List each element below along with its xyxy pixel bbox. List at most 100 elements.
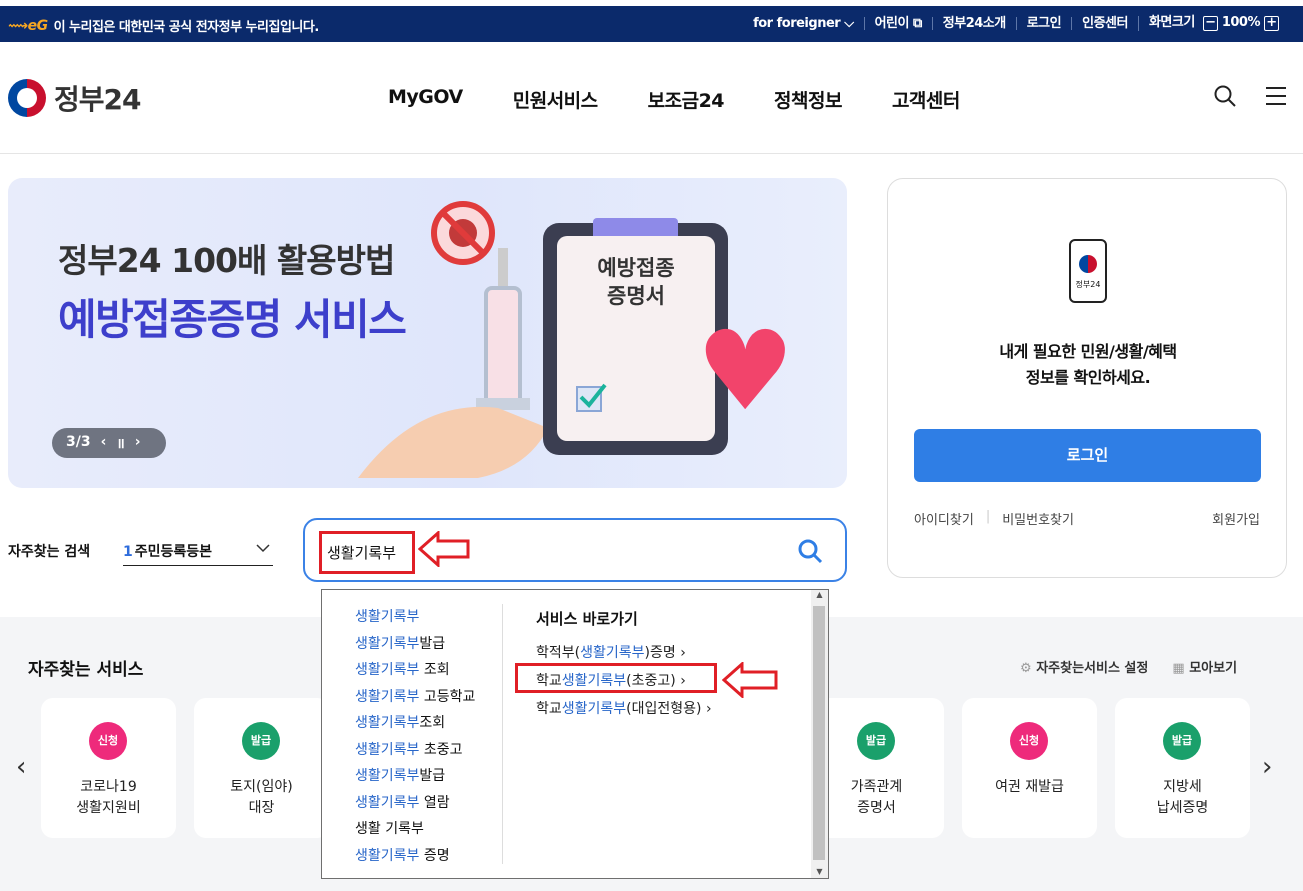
nav-mygov[interactable]: MyGOV xyxy=(388,86,463,113)
suggestion-item[interactable]: 생활기록부 초중고 xyxy=(355,737,475,764)
zoom-level: 100% xyxy=(1221,15,1261,30)
suggestion-item[interactable]: 생활기록부조회 xyxy=(355,710,475,737)
about-link[interactable]: 정부24소개 xyxy=(931,17,1016,30)
zoom-control: 화면크기 −100% + xyxy=(1137,15,1293,31)
kids-link[interactable]: 어린이 ⧉ xyxy=(863,17,932,30)
suggestion-item[interactable]: 생활기록부 증명 xyxy=(355,843,475,870)
cert-center-link[interactable]: 인증센터 xyxy=(1071,17,1138,30)
gear-icon: ⚙ xyxy=(1020,661,1032,676)
red-arrow-icon xyxy=(722,662,778,698)
prev-slide-icon[interactable]: ‹ xyxy=(101,434,107,452)
autocomplete-dropdown: 생활기록부 생활기록부발급 생활기록부 조회 생활기록부 고등학교 생활기록부조… xyxy=(321,589,829,879)
section-actions: ⚙ 자주찾는서비스 설정 ▦ 모아보기 xyxy=(1020,657,1237,676)
foreigner-link[interactable]: for foreigner ⌵ xyxy=(743,17,863,30)
fav-search-select[interactable]: 1 주민등록등본 xyxy=(123,541,273,566)
quick-link-item[interactable]: 학적부(생활기록부)증명 › xyxy=(536,642,686,662)
join-link[interactable]: 회원가입 xyxy=(1212,509,1260,528)
fav-rank: 1 xyxy=(123,544,133,560)
badge: 신청 xyxy=(89,722,127,760)
service-label: 지방세 납세증명 xyxy=(1156,779,1209,816)
login-button[interactable]: 로그인 xyxy=(914,429,1261,482)
suggestion-item[interactable]: 생활기록부 조회 xyxy=(355,657,475,684)
quick-links-title: 서비스 바로가기 xyxy=(536,610,638,628)
taegeuk-icon xyxy=(8,79,46,117)
service-label: 코로나19 생활지원비 xyxy=(76,779,141,816)
service-card[interactable]: 발급 토지(임야) 대장 xyxy=(194,698,329,838)
zoom-label: 화면크기 xyxy=(1148,15,1195,30)
eg-logo-icon: ⟿eG xyxy=(8,17,48,34)
login-panel: 정부24 내게 필요한 민원/생활/혜택 정보를 확인하세요. 로그인 아이디찾… xyxy=(887,178,1287,578)
dropdown-scrollbar[interactable]: ▲ ▼ xyxy=(811,590,828,878)
find-id-link[interactable]: 아이디찾기 xyxy=(914,509,974,528)
suggestion-item[interactable]: 생활기록부 고등학교 xyxy=(355,684,475,711)
notice-text: 이 누리집은 대한민국 공식 전자정부 누리집입니다. xyxy=(53,20,320,35)
suggestion-item[interactable]: 생활기록부 xyxy=(355,604,475,631)
badge: 발급 xyxy=(1163,722,1201,760)
suggestion-item[interactable]: 생활기록부 열람 xyxy=(355,790,475,817)
badge: 발급 xyxy=(857,722,895,760)
search-submit-icon[interactable] xyxy=(797,538,823,564)
header-icons xyxy=(1213,84,1287,108)
fav-search-label: 자주찾는 검색 xyxy=(8,544,91,560)
service-card[interactable]: 발급 가족관계 증명서 xyxy=(809,698,944,838)
chevron-down-icon xyxy=(256,544,270,553)
utility-menu: for foreigner ⌵ 어린이 ⧉ 정부24소개 로그인 인증센터 화면… xyxy=(743,16,1293,31)
suggestion-item[interactable]: 생활기록부발급 xyxy=(355,631,475,658)
search-box: 생활기록부 xyxy=(303,518,847,582)
suggestion-item[interactable]: 생활 기록부 xyxy=(355,816,475,843)
nav-subsidy[interactable]: 보조금24 xyxy=(648,86,725,113)
section-title: 자주찾는 서비스 xyxy=(28,660,144,680)
red-arrow-icon xyxy=(418,531,470,567)
header: 정부24 MyGOV 민원서비스 보조금24 정책정보 고객센터 xyxy=(0,42,1303,154)
suggestion-list: 생활기록부 생활기록부발급 생활기록부 조회 생활기록부 고등학교 생활기록부조… xyxy=(355,604,475,869)
pager-count: 3/3 xyxy=(66,434,91,450)
service-card[interactable]: 발급 지방세 납세증명 xyxy=(1115,698,1250,838)
badge: 발급 xyxy=(242,722,280,760)
banner-pager: 3/3 ‹ ॥ › xyxy=(52,428,166,458)
site-logo[interactable]: 정부24 xyxy=(8,78,141,118)
gov-notice: ⟿eG 이 누리집은 대한민국 공식 전자정부 누리집입니다. xyxy=(8,16,320,36)
badge: 신청 xyxy=(1010,722,1048,760)
menu-icon[interactable] xyxy=(1265,84,1287,108)
zoom-in-button[interactable]: + xyxy=(1264,16,1279,31)
suggestion-item[interactable]: 생활기록부발급 xyxy=(355,763,475,790)
nav-customer-center[interactable]: 고객센터 xyxy=(892,86,960,113)
service-label: 여권 재발급 xyxy=(995,779,1064,795)
phone-icon: 정부24 xyxy=(1069,239,1107,303)
view-all-button[interactable]: ▦ 모아보기 xyxy=(1172,657,1237,676)
next-slide-icon[interactable]: › xyxy=(135,434,141,452)
nav-policy[interactable]: 정책정보 xyxy=(774,86,842,113)
next-arrow-icon[interactable]: › xyxy=(1262,752,1272,782)
syringe-illustration xyxy=(358,248,548,478)
banner-title: 정부24 100배 활용방법 xyxy=(58,241,395,280)
pause-icon[interactable]: ॥ xyxy=(116,434,124,452)
grid-icon: ▦ xyxy=(1172,661,1185,676)
scroll-thumb[interactable] xyxy=(813,606,825,860)
login-link[interactable]: 로그인 xyxy=(1015,17,1071,30)
service-card[interactable]: 신청 코로나19 생활지원비 xyxy=(41,698,176,838)
scroll-up-icon[interactable]: ▲ xyxy=(811,590,828,599)
zoom-out-button[interactable]: − xyxy=(1202,16,1218,31)
login-message: 내게 필요한 민원/생활/혜택 정보를 확인하세요. xyxy=(999,342,1177,387)
scroll-down-icon[interactable]: ▼ xyxy=(811,867,828,876)
quick-link-item[interactable]: 학교생활기록부(대입전형용) › xyxy=(536,698,712,718)
banner-subtitle: 예방접종증명 서비스 xyxy=(58,295,407,344)
service-settings-button[interactable]: ⚙ 자주찾는서비스 설정 xyxy=(1020,657,1148,676)
find-password-link[interactable]: 비밀번호찾기 xyxy=(1002,509,1074,528)
service-label: 가족관계 증명서 xyxy=(850,779,903,816)
account-links: 아이디찾기 | 비밀번호찾기 xyxy=(914,509,1074,528)
main-banner[interactable]: 정부24 100배 활용방법 예방접종증명 서비스 예방접종 증명서 ♥ 3/3… xyxy=(8,178,847,488)
top-utility-bar: ⟿eG 이 누리집은 대한민국 공식 전자정부 누리집입니다. for fore… xyxy=(0,6,1303,42)
phone-label: 정부24 xyxy=(1075,280,1101,289)
service-card[interactable]: 신청 여권 재발급 xyxy=(962,698,1097,838)
prev-arrow-icon[interactable]: ‹ xyxy=(16,752,26,782)
nav-civil-service[interactable]: 민원서비스 xyxy=(513,86,598,113)
logo-text: 정부24 xyxy=(54,83,141,116)
certificate-title: 예방접종 증명서 xyxy=(597,256,675,308)
quick-link-highlight-box xyxy=(515,663,717,693)
main-nav: MyGOV 민원서비스 보조금24 정책정보 고객센터 xyxy=(388,86,960,113)
fav-value: 주민등록등본 xyxy=(134,544,213,560)
service-label: 토지(임야) 대장 xyxy=(230,779,293,816)
search-input[interactable]: 생활기록부 xyxy=(327,542,396,563)
search-icon[interactable] xyxy=(1213,84,1237,108)
